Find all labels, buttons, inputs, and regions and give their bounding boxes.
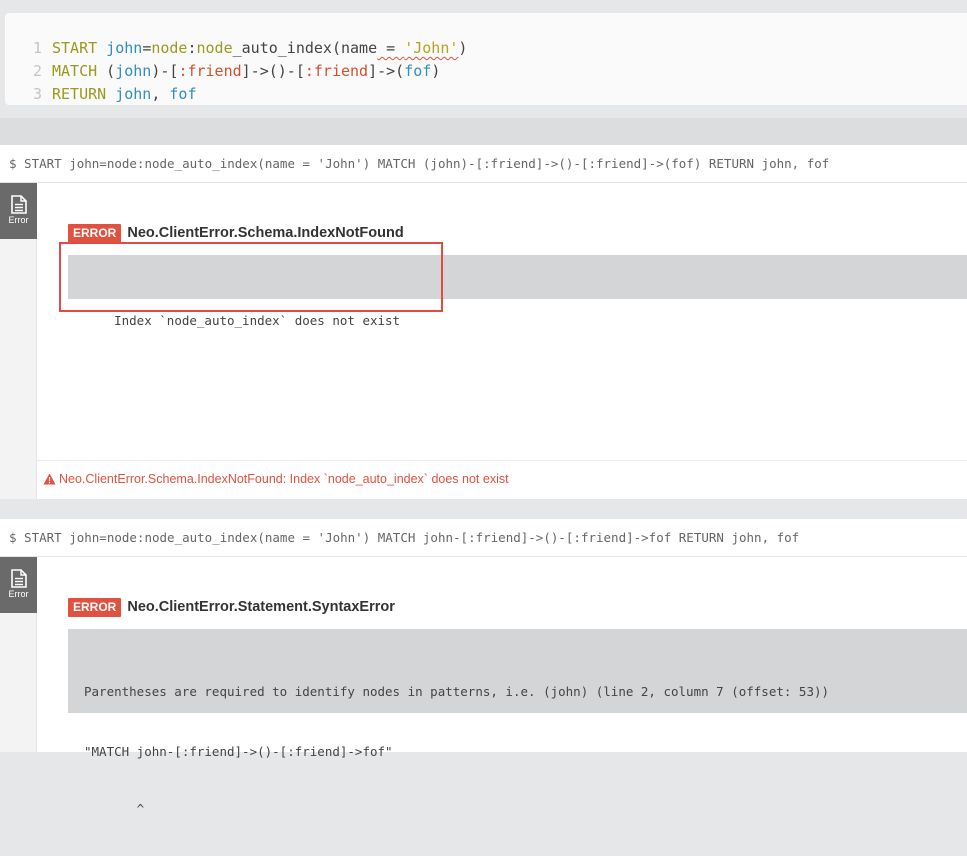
error-message-line: Parentheses are required to identify nod…: [84, 684, 830, 699]
code-line-2: 2 MATCH (john)-[:friend]->()-[:friend]->(…: [5, 60, 440, 83]
status-bar: Neo.ClientError.Schema.IndexNotFound: In…: [37, 460, 967, 499]
variable: fof: [169, 85, 197, 103]
status-message: Neo.ClientError.Schema.IndexNotFound: In…: [59, 472, 509, 486]
warning-icon: [43, 473, 56, 485]
result-frame-2: $ START john=node:node_auto_index(name =…: [0, 519, 967, 816]
line-number: 1: [32, 39, 42, 57]
relationship-label: :friend: [304, 62, 369, 80]
error-heading: ERROR Neo.ClientError.Statement.SyntaxErr…: [68, 598, 395, 617]
code-line-3: 3 RETURN john, fof: [5, 83, 197, 106]
stream-divider: [0, 118, 967, 145]
error-message-box: Parentheses are required to identify nod…: [68, 629, 967, 816]
error-view-tab[interactable]: Error: [0, 183, 37, 239]
line-number: 3: [32, 85, 42, 103]
code-token: node: [151, 39, 188, 57]
string-literal: 'John': [404, 39, 459, 57]
variable: john: [115, 85, 152, 103]
query-editor[interactable]: 1 START john=node:node_auto_index(name = …: [5, 13, 967, 105]
error-caret-line: ^: [84, 801, 145, 816]
error-badge: ERROR: [68, 598, 122, 617]
code-token: ]->(: [368, 62, 405, 80]
result-frame-1: $ START john=node:node_auto_index(name =…: [0, 145, 967, 499]
code-token: ]->()-[: [241, 62, 305, 80]
error-heading: ERROR Neo.ClientError.Schema.IndexNotFoun…: [68, 224, 404, 243]
code-token: )-[: [151, 62, 179, 80]
error-message: Index `node_auto_index` does not exist: [114, 313, 401, 328]
code-token: (: [97, 62, 116, 80]
frame-command[interactable]: $ START john=node:node_auto_index(name =…: [0, 519, 967, 557]
frame-command[interactable]: $ START john=node:node_auto_index(name =…: [0, 145, 967, 183]
error-code: Neo.ClientError.Statement.SyntaxError: [127, 599, 395, 615]
line-number: 2: [32, 62, 42, 80]
code-token: ): [431, 62, 441, 80]
code-token: =: [377, 39, 405, 57]
code-token: ,: [151, 85, 170, 103]
document-icon: [10, 195, 27, 214]
code-token: node: [196, 39, 233, 57]
error-badge: ERROR: [68, 224, 122, 243]
variable: fof: [404, 62, 432, 80]
code-line-1: 1 START john=node:node_auto_index(name = …: [5, 37, 467, 60]
error-tab-label: Error: [8, 589, 29, 599]
frame-sidebar: Error: [0, 557, 37, 752]
error-message-line: "MATCH john-[:friend]->()-[:friend]->fof…: [84, 744, 393, 759]
code-token: :: [187, 39, 197, 57]
relationship-label: :friend: [178, 62, 242, 80]
variable: john: [106, 39, 143, 57]
code-token: ): [458, 39, 468, 57]
code-token: =: [142, 39, 152, 57]
code-token: _auto_index(name: [232, 39, 378, 57]
frame-sidebar: Error: [0, 183, 37, 499]
error-message-box: Index `node_auto_index` does not exist: [68, 255, 967, 328]
error-code: Neo.ClientError.Schema.IndexNotFound: [127, 225, 404, 241]
keyword: MATCH: [52, 62, 98, 80]
error-tab-label: Error: [8, 215, 29, 225]
keyword: START: [52, 39, 98, 57]
document-icon: [10, 569, 27, 588]
keyword: RETURN: [52, 85, 107, 103]
variable: john: [115, 62, 152, 80]
error-view-tab[interactable]: Error: [0, 557, 37, 613]
